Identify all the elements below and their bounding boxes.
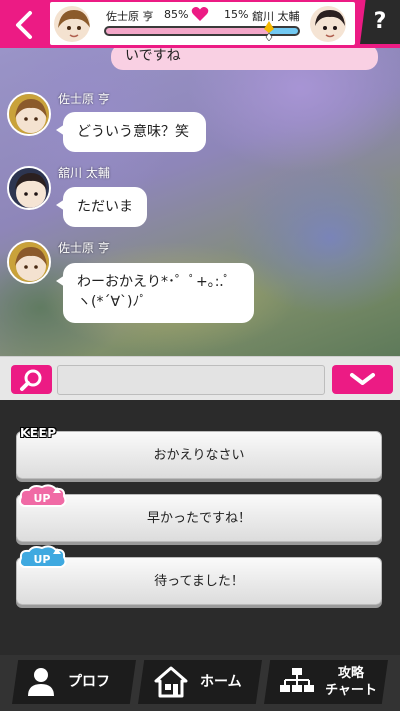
flowchart-icon	[280, 668, 314, 692]
search-button[interactable]	[11, 365, 52, 394]
left-character-name: 佐士原 亨	[106, 10, 154, 23]
chat-area[interactable]: いですね 佐士原 亨 どういう意味？笑 舘川 太輔 ただいま 佐士原 亨 わーお…	[0, 48, 400, 356]
choice-panel: おかえりなさい KEEP 早かったですね！ UP 待ってました！ UP	[0, 400, 400, 655]
choice-button-2[interactable]: 早かったですね！	[16, 494, 382, 542]
nav-home-button[interactable]: ホーム	[138, 660, 262, 704]
top-bar: 佐士原 亨 85% 15% 舘川 太輔 ?	[0, 0, 400, 48]
nav-chart-label-line2: チャート	[325, 683, 377, 698]
chat-bubble: ただいま	[56, 187, 147, 227]
choice-label: 早かったですね！	[146, 511, 251, 526]
meter-left-fill	[106, 28, 269, 34]
message-input[interactable]	[57, 365, 325, 395]
heart-icon	[191, 7, 209, 21]
avatar-left[interactable]	[52, 4, 92, 44]
choice-label: おかえりなさい	[153, 448, 245, 463]
message-text-line1: わーおかえり*･゜ﾟ+｡:.ﾟ	[77, 274, 231, 290]
message-text: どういう意味？笑	[77, 124, 189, 140]
expand-button[interactable]	[332, 365, 393, 394]
bottom-navigation: プロフ ホーム 攻略 チャート	[0, 655, 400, 711]
nav-profile-label: プロフ	[68, 674, 110, 690]
avatar[interactable]	[7, 240, 51, 284]
help-button[interactable]: ?	[360, 0, 400, 44]
sender-name: 佐士原 亨	[58, 92, 110, 106]
avatar-right[interactable]	[308, 4, 348, 44]
diamond-marker-icon	[264, 21, 274, 41]
nav-chart-label-line1: 攻略	[337, 666, 364, 681]
right-affection-percent: 15%	[224, 8, 249, 21]
message-text: いですね	[125, 48, 181, 64]
keep-badge: KEEP	[20, 426, 57, 440]
sender-name: 舘川 太輔	[58, 166, 110, 180]
avatar[interactable]	[7, 166, 51, 210]
right-character-name: 舘川 太輔	[252, 10, 300, 23]
back-button[interactable]	[8, 8, 42, 42]
up-label: UP	[34, 492, 51, 505]
avatar[interactable]	[7, 92, 51, 136]
nav-profile-button[interactable]: プロフ	[12, 660, 136, 704]
nav-home-label: ホーム	[200, 674, 242, 690]
left-affection-percent: 85%	[164, 8, 189, 21]
affection-meter	[104, 21, 300, 41]
nav-chart-button[interactable]: 攻略 チャート	[264, 660, 388, 704]
person-icon	[28, 668, 54, 696]
message-text: ただいま	[77, 199, 133, 215]
chat-bubble: わーおかえり*･゜ﾟ+｡:.ﾟ ヽ(*´∀`)ﾉﾟ	[56, 263, 254, 323]
input-bar	[0, 356, 400, 400]
chevron-left-icon	[16, 11, 32, 39]
search-icon	[20, 369, 42, 391]
choice-label: 待ってました！	[154, 574, 244, 589]
chat-bubble-self: いですね	[111, 48, 378, 70]
up-badge-pink: UP	[19, 484, 67, 507]
message-text-line2: ヽ(*´∀`)ﾉﾟ	[77, 294, 147, 310]
help-label: ?	[373, 9, 387, 34]
up-label: UP	[34, 553, 51, 566]
sender-name: 佐士原 亨	[58, 241, 110, 255]
up-badge-blue: UP	[19, 545, 67, 568]
choice-button-3[interactable]: 待ってました！	[16, 557, 382, 605]
choice-button-1[interactable]: おかえりなさい	[16, 431, 382, 479]
chat-bubble: どういう意味？笑	[56, 112, 206, 152]
chevron-down-icon	[350, 373, 375, 385]
house-icon	[154, 666, 188, 698]
